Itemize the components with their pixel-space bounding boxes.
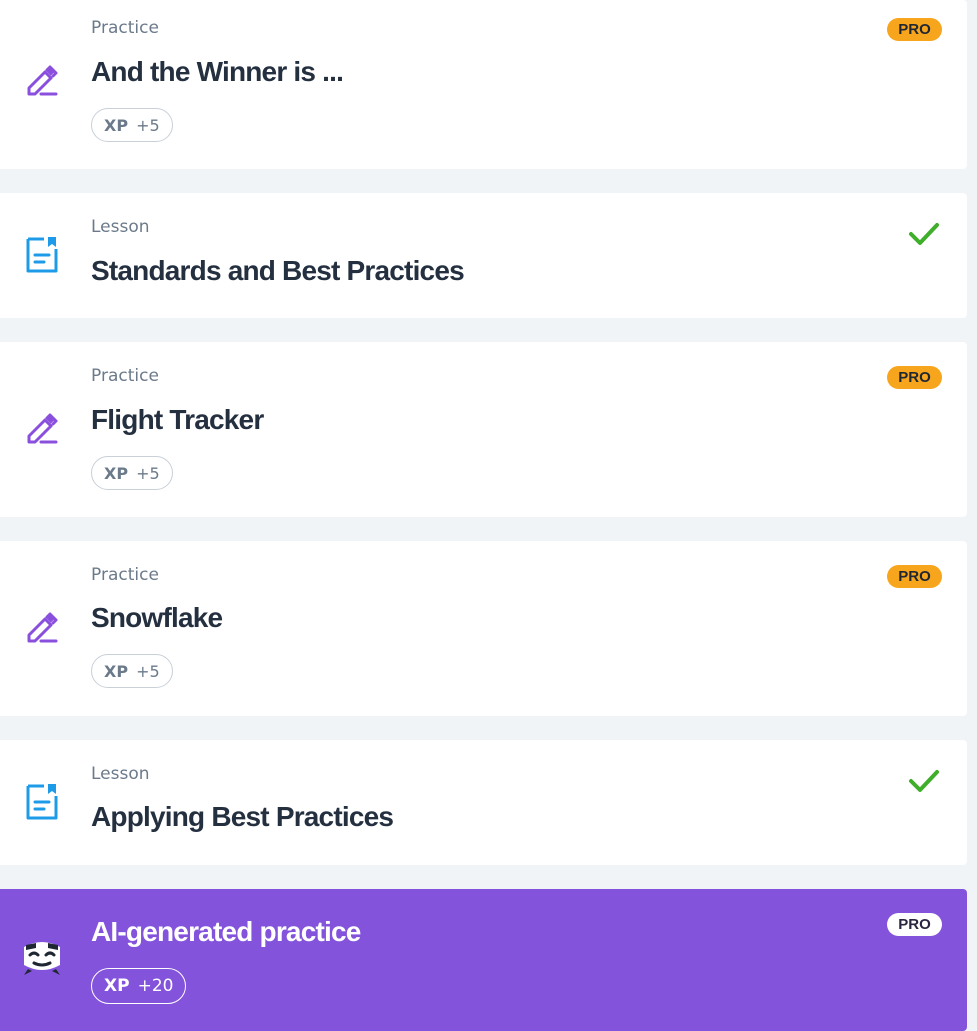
pro-badge: PRO (887, 565, 942, 588)
xp-label: XP (104, 115, 129, 135)
list-item[interactable]: Lesson Standards and Best Practices (0, 193, 967, 318)
ai-practice-card[interactable]: AI-generated practice XP +20 PRO (0, 889, 967, 1031)
list-item[interactable]: Practice Flight Tracker XP +5 PRO (0, 342, 967, 517)
xp-label: XP (104, 976, 130, 996)
item-title: Applying Best Practices (91, 801, 394, 832)
item-title: Standards and Best Practices (91, 255, 465, 286)
pro-badge: PRO (887, 366, 942, 389)
pencil-icon (24, 410, 60, 450)
xp-label: XP (104, 463, 129, 483)
checkmark-icon (908, 768, 940, 798)
pro-badge: PRO (887, 18, 942, 41)
item-type-label: Practice (91, 18, 159, 38)
checkmark-icon (908, 221, 940, 251)
item-type-label: Practice (91, 366, 159, 386)
item-title: Snowflake (91, 602, 223, 633)
xp-pill: XP +5 (91, 456, 173, 490)
xp-value: +20 (137, 976, 174, 996)
item-title: Flight Tracker (91, 404, 264, 435)
item-title: And the Winner is ... (91, 56, 344, 87)
ai-mascot-icon (20, 939, 64, 981)
item-type-label: Lesson (91, 217, 150, 237)
xp-pill: XP +5 (91, 654, 173, 688)
pencil-icon (24, 62, 60, 102)
lesson-doc-icon (24, 235, 60, 279)
pencil-icon (24, 609, 60, 649)
xp-value: +5 (136, 463, 160, 483)
xp-label: XP (104, 661, 129, 681)
lesson-doc-icon (24, 782, 60, 826)
xp-value: +5 (136, 661, 160, 681)
item-type-label: Lesson (91, 764, 150, 784)
xp-pill: XP +20 (91, 968, 187, 1004)
item-title: AI-generated practice (91, 916, 361, 947)
xp-value: +5 (136, 115, 160, 135)
list-item[interactable]: Practice And the Winner is ... XP +5 PRO (0, 0, 967, 169)
list-item[interactable]: Lesson Applying Best Practices (0, 740, 967, 865)
pro-badge: PRO (887, 913, 942, 936)
list-item[interactable]: Practice Snowflake XP +5 PRO (0, 541, 967, 716)
item-type-label: Practice (91, 565, 159, 585)
xp-pill: XP +5 (91, 108, 173, 142)
